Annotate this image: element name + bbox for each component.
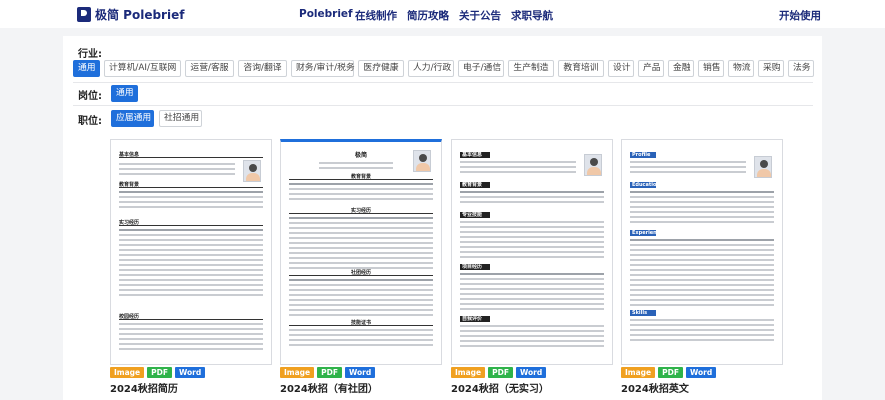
nav-link-job-navigation[interactable]: 求职导航 <box>511 8 553 23</box>
industry-chip-finance[interactable]: 金融 <box>668 60 694 77</box>
divider <box>73 105 813 106</box>
resume-section-heading: Profile <box>630 152 656 158</box>
word-tag: Word <box>515 367 547 378</box>
industry-chip-logistics[interactable]: 物流 <box>728 60 754 77</box>
nav-link-polebrief[interactable]: Polebrief <box>299 8 353 20</box>
industry-chip-product[interactable]: 产品 <box>638 60 664 77</box>
resume-section-heading: Skills <box>630 310 656 316</box>
word-tag: Word <box>685 367 717 378</box>
industry-chip-consulting[interactable]: 咨询/翻译 <box>238 60 287 77</box>
resume-section-heading: 基本信息 <box>119 152 263 158</box>
template-card[interactable]: 基本信息 教育背景 专业技能 项目经历 自我评价 <box>451 139 613 365</box>
industry-chip-finance-audit[interactable]: 财务/审计/税务 <box>291 60 355 77</box>
avatar <box>243 160 261 182</box>
resume-section-heading: 实习经历 <box>119 220 263 226</box>
nav-link-online-create[interactable]: 在线制作 <box>355 8 397 23</box>
format-tags: Image PDF Word <box>110 367 206 378</box>
template-card[interactable]: 基本信息 教育背景 实习经历 校园经历 <box>110 139 272 365</box>
template-title[interactable]: 2024秋招（有社团） <box>280 380 378 395</box>
stage-filter-row: 应届通用 社招通用 <box>111 110 851 128</box>
resume-section-heading: Experience <box>630 230 664 236</box>
image-tag: Image <box>451 367 486 378</box>
industry-chip-general[interactable]: 通用 <box>73 60 100 77</box>
industry-chip-legal[interactable]: 法务 <box>788 60 814 77</box>
nav-link-announcements[interactable]: 关于公告 <box>459 8 501 23</box>
industry-chip-computer[interactable]: 计算机/AI/互联网 <box>104 60 181 77</box>
industry-label: 行业: <box>78 49 102 60</box>
pdf-tag: PDF <box>147 367 172 378</box>
resume-section-heading: 基本信息 <box>460 152 490 158</box>
template-card-selected[interactable]: 极简 教育背景 实习经历 社团经历 技能证书 <box>280 139 442 365</box>
industry-chip-design[interactable]: 设计 <box>608 60 634 77</box>
stage-chip-graduate[interactable]: 应届通用 <box>111 110 154 127</box>
template-card[interactable]: Profile Education Experience Skills <box>621 139 783 365</box>
format-tags: Image PDF Word <box>621 367 717 378</box>
logo-icon <box>77 7 91 22</box>
pdf-tag: PDF <box>488 367 513 378</box>
resume-name: 极简 <box>354 152 367 159</box>
industry-chip-manufacturing[interactable]: 生产制造 <box>508 60 554 77</box>
start-using-button[interactable]: 开始使用 <box>779 8 821 23</box>
industry-chip-electronics[interactable]: 电子/通信 <box>458 60 504 77</box>
brand-logo[interactable]: 极简 Polebrief <box>77 6 184 23</box>
brand-name: 极简 Polebrief <box>95 8 185 22</box>
nav-link-resume-guide[interactable]: 简历攻略 <box>407 8 449 23</box>
industry-chip-medical[interactable]: 医疗健康 <box>358 60 404 77</box>
industry-chip-operations[interactable]: 运营/客服 <box>185 60 234 77</box>
resume-section-heading: 实习经历 <box>289 208 433 214</box>
resume-section-heading: Education <box>630 182 660 188</box>
avatar <box>413 150 431 172</box>
avatar <box>754 156 772 178</box>
word-tag: Word <box>174 367 206 378</box>
position-filter-row: 通用 <box>111 85 851 103</box>
resume-section-heading: 校园经历 <box>119 314 263 320</box>
industry-chip-hr[interactable]: 人力/行政 <box>408 60 454 77</box>
image-tag: Image <box>110 367 145 378</box>
resume-section-heading: 教育背景 <box>460 182 490 188</box>
industry-chip-sales[interactable]: 销售 <box>698 60 724 77</box>
template-title[interactable]: 2024秋招英文 <box>621 380 689 395</box>
stage-label: 职位: <box>78 116 102 127</box>
top-nav: 极简 Polebrief Polebrief 在线制作 简历攻略 关于公告 求职… <box>0 0 885 28</box>
resume-section-heading: 自我评价 <box>460 316 490 322</box>
resume-section-heading: 项目经历 <box>460 264 490 270</box>
pdf-tag: PDF <box>317 367 342 378</box>
image-tag: Image <box>280 367 315 378</box>
avatar <box>584 154 602 176</box>
resume-section-heading: 技能证书 <box>289 320 433 326</box>
pdf-tag: PDF <box>658 367 683 378</box>
resume-section-heading: 教育背景 <box>119 182 263 188</box>
image-tag: Image <box>621 367 656 378</box>
industry-filter-row: 通用 计算机/AI/互联网 运营/客服 咨询/翻译 财务/审计/税务 医疗健康 … <box>73 60 814 78</box>
word-tag: Word <box>344 367 376 378</box>
template-title[interactable]: 2024秋招简历 <box>110 380 178 395</box>
divider <box>73 82 813 83</box>
industry-chip-education[interactable]: 教育培训 <box>558 60 604 77</box>
template-title[interactable]: 2024秋招（无实习） <box>451 380 549 395</box>
industry-chip-purchasing[interactable]: 采购 <box>758 60 784 77</box>
resume-section-heading: 教育背景 <box>289 174 433 180</box>
position-label: 岗位: <box>78 91 102 102</box>
resume-section-heading: 专业技能 <box>460 212 490 218</box>
position-chip-general[interactable]: 通用 <box>111 85 138 102</box>
stage-chip-social[interactable]: 社招通用 <box>159 110 202 127</box>
format-tags: Image PDF Word <box>451 367 547 378</box>
format-tags: Image PDF Word <box>280 367 376 378</box>
resume-section-heading: 社团经历 <box>289 270 433 276</box>
